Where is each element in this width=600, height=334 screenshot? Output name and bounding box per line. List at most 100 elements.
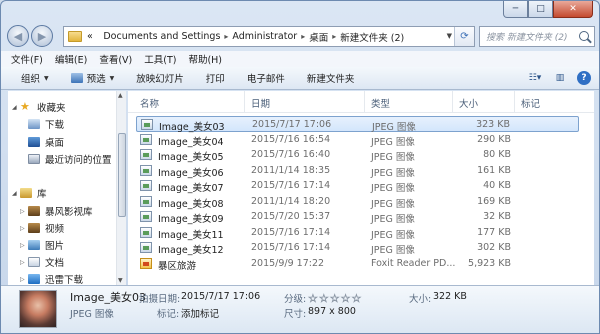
- command-bar: 组织 ▼ 预选 ▼ 放映幻灯片 打印 电子邮件 新建文件夹 ☷▾ ▥ ?: [1, 67, 599, 90]
- file-row[interactable]: Image_美女09 2015/7/20 15:37 JPEG 图像 32 KB: [136, 209, 579, 225]
- menu-tools[interactable]: 工具(T): [144, 52, 176, 66]
- file-name: Image_美女07: [158, 183, 224, 194]
- column-divider[interactable]: [452, 91, 453, 113]
- file-row[interactable]: Image_美女11 2015/7/16 17:14 JPEG 图像 177 KB: [136, 225, 579, 241]
- menu-view[interactable]: 查看(V): [99, 52, 132, 66]
- file-date: 2015/7/16 17:14: [251, 180, 331, 191]
- breadcrumb-administrator[interactable]: Administrator: [232, 31, 297, 42]
- organize-label: 组织: [21, 74, 41, 85]
- star-outline-icon[interactable]: ☆: [351, 292, 361, 306]
- scrollbar-thumb[interactable]: [118, 133, 126, 217]
- breadcrumb-desktop[interactable]: 桌面: [309, 30, 328, 44]
- search-box[interactable]: 搜索 新建文件夹 (2): [479, 26, 595, 47]
- star-outline-icon[interactable]: ☆: [319, 292, 329, 306]
- help-icon[interactable]: ?: [577, 71, 591, 85]
- nav-documents[interactable]: ▷ 文档: [20, 255, 64, 269]
- chevron-right-icon[interactable]: ▸: [301, 32, 305, 41]
- preview-button[interactable]: 预选 ▼: [70, 71, 114, 85]
- nav-storm-library[interactable]: ▷ 暴风影视库: [20, 204, 93, 218]
- new-folder-button[interactable]: 新建文件夹: [307, 71, 355, 85]
- explorer-window: ─ □ ✕ ◀ ▶ « Documents and Settings ▸ Adm…: [0, 0, 600, 334]
- column-tags[interactable]: 标记: [521, 96, 540, 110]
- file-size: 302 KB: [477, 242, 511, 253]
- file-row[interactable]: Image_美女12 2015/7/16 17:14 JPEG 图像 302 KB: [136, 240, 579, 256]
- breadcrumb-current-folder[interactable]: 新建文件夹 (2): [340, 30, 404, 44]
- view-options-icon[interactable]: ☷▾: [527, 71, 543, 85]
- print-button[interactable]: 打印: [206, 71, 225, 85]
- breadcrumb-documents[interactable]: Documents and Settings: [103, 31, 220, 42]
- nav-thunder[interactable]: ▷ 迅雷下载: [20, 272, 83, 285]
- scroll-down-icon[interactable]: ▼: [118, 277, 123, 284]
- chevron-right-icon[interactable]: ▸: [224, 32, 228, 41]
- close-button[interactable]: ✕: [553, 1, 593, 18]
- back-button[interactable]: ◀: [7, 25, 29, 47]
- column-divider[interactable]: [244, 91, 245, 113]
- menu-edit[interactable]: 编辑(E): [55, 52, 87, 66]
- chevron-right-icon[interactable]: ▸: [332, 32, 336, 41]
- slideshow-button[interactable]: 放映幻灯片: [136, 71, 184, 85]
- column-type[interactable]: 类型: [371, 96, 390, 110]
- file-row[interactable]: 暴区旅游 2015/9/9 17:22 Foxit Reader PD... 5,92…: [136, 256, 579, 272]
- nav-documents-label: 文档: [45, 258, 65, 269]
- address-overflow[interactable]: «: [87, 31, 93, 42]
- nav-desktop-label: 桌面: [45, 138, 65, 149]
- nav-desktop[interactable]: 桌面: [28, 135, 64, 149]
- search-input[interactable]: 搜索 新建文件夹 (2): [486, 30, 567, 43]
- expand-arrow-icon[interactable]: ◢: [12, 190, 20, 197]
- minimize-button[interactable]: ─: [503, 1, 528, 18]
- video-library-icon: [28, 206, 40, 216]
- column-divider[interactable]: [514, 91, 515, 113]
- nav-downloads[interactable]: 下载: [28, 117, 64, 131]
- organize-button[interactable]: 组织 ▼: [21, 71, 49, 85]
- menu-help[interactable]: 帮助(H): [188, 52, 222, 66]
- email-button[interactable]: 电子邮件: [247, 71, 285, 85]
- thunder-download-icon: [28, 274, 40, 284]
- details-tags-value[interactable]: 添加标记: [181, 306, 219, 320]
- column-size[interactable]: 大小: [459, 96, 478, 110]
- file-row[interactable]: Image_美女05 2015/7/16 16:40 JPEG 图像 80 KB: [136, 147, 579, 163]
- expand-arrow-icon[interactable]: ◢: [12, 104, 20, 111]
- collapse-arrow-icon[interactable]: ▷: [20, 259, 28, 266]
- preview-pane-icon[interactable]: ▥: [552, 71, 568, 85]
- rating-stars[interactable]: ☆ ☆ ☆ ☆ ☆: [308, 292, 362, 306]
- nav-pictures[interactable]: ▷ 图片: [20, 238, 64, 252]
- nav-recent[interactable]: 最近访问的位置: [28, 152, 112, 166]
- search-icon[interactable]: [579, 31, 589, 41]
- nav-libraries[interactable]: ◢ 库: [12, 186, 47, 200]
- file-row[interactable]: Image_美女04 2015/7/16 16:54 JPEG 图像 290 KB: [136, 132, 579, 148]
- menu-bar: 文件(F) 编辑(E) 查看(V) 工具(T) 帮助(H): [1, 51, 599, 67]
- file-row[interactable]: Image_美女06 2011/1/14 18:35 JPEG 图像 161 KB: [136, 163, 579, 179]
- nav-scrollbar[interactable]: ▲ ▼: [116, 91, 126, 285]
- collapse-arrow-icon[interactable]: ▷: [20, 208, 28, 215]
- star-icon: ★: [20, 100, 30, 113]
- address-dropdown-icon[interactable]: ▼: [447, 32, 452, 40]
- scroll-up-icon[interactable]: ▲: [118, 92, 123, 99]
- caption-buttons: ─ □ ✕: [503, 1, 593, 19]
- star-outline-icon[interactable]: ☆: [329, 292, 339, 306]
- file-date: 2011/1/14 18:20: [251, 195, 331, 207]
- collapse-arrow-icon[interactable]: ▷: [20, 242, 28, 249]
- menu-file[interactable]: 文件(F): [11, 52, 43, 66]
- file-row[interactable]: Image_美女08 2011/1/14 18:20 JPEG 图像 169 KB: [136, 194, 579, 210]
- refresh-button[interactable]: ⟳: [454, 27, 474, 46]
- maximize-button[interactable]: □: [528, 1, 553, 18]
- file-type: JPEG 图像: [371, 167, 415, 179]
- file-row[interactable]: Image_美女03 2015/7/17 17:06 JPEG 图像 323 KB: [136, 116, 579, 133]
- forward-button[interactable]: ▶: [31, 25, 53, 47]
- file-row[interactable]: Image_美女07 2015/7/16 17:14 JPEG 图像 40 KB: [136, 178, 579, 194]
- chevron-down-icon: ▼: [44, 74, 49, 82]
- column-name[interactable]: 名称: [140, 96, 159, 110]
- column-divider[interactable]: [364, 91, 365, 113]
- jpeg-file-icon: [140, 164, 152, 176]
- nav-favorites[interactable]: ◢ ★ 收藏夹: [12, 100, 66, 114]
- star-outline-icon[interactable]: ☆: [308, 292, 318, 306]
- view-controls: ☷▾ ▥ ?: [518, 71, 591, 85]
- star-outline-icon[interactable]: ☆: [340, 292, 350, 306]
- nav-storm-label: 暴风影视库: [45, 207, 93, 218]
- nav-videos[interactable]: ▷ 视频: [20, 221, 64, 235]
- navigation-row: ◀ ▶ « Documents and Settings ▸ Administr…: [7, 23, 595, 49]
- address-bar[interactable]: « Documents and Settings ▸ Administrator…: [63, 26, 475, 47]
- column-date[interactable]: 日期: [251, 96, 270, 110]
- collapse-arrow-icon[interactable]: ▷: [20, 276, 28, 283]
- collapse-arrow-icon[interactable]: ▷: [20, 225, 28, 232]
